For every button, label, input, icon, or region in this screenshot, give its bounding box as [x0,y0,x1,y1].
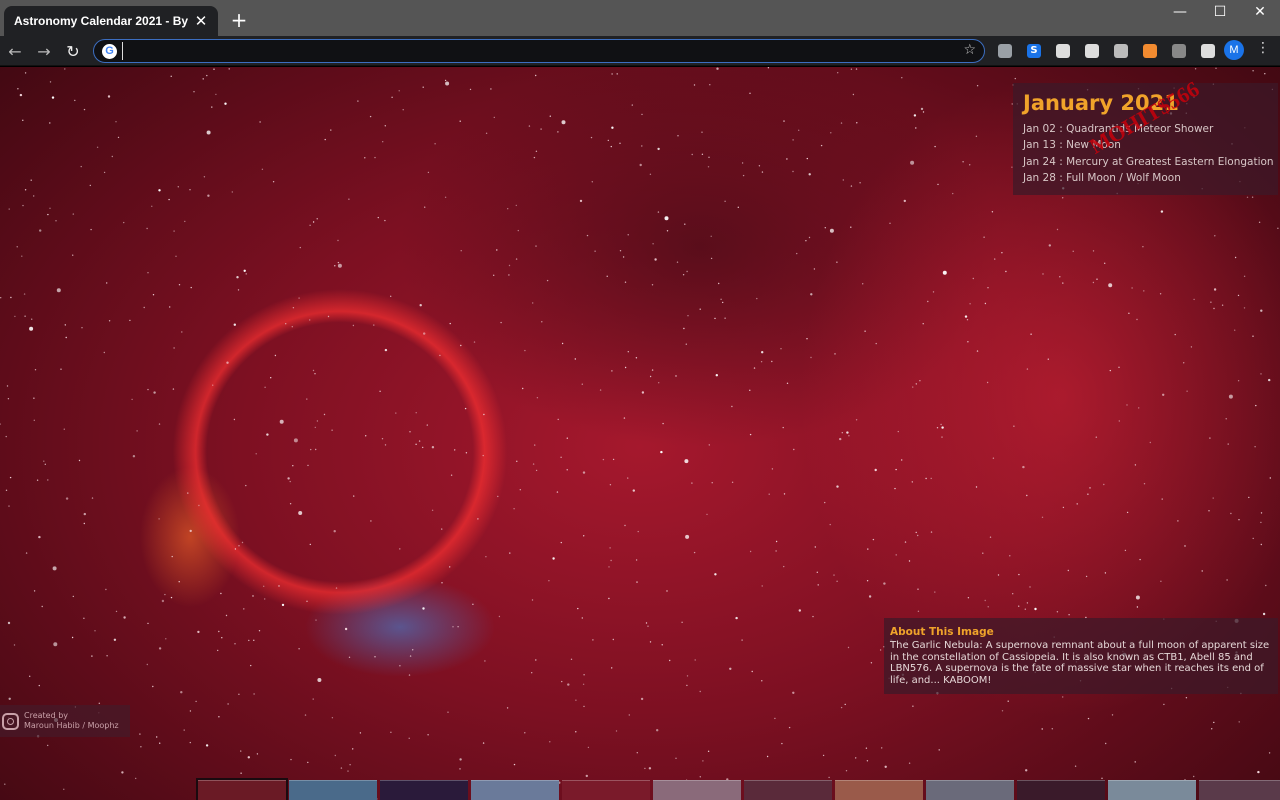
puzzle-icon[interactable] [1197,40,1219,62]
thumbnail[interactable] [562,780,650,800]
about-text: The Garlic Nebula: A supernova remnant a… [890,640,1270,686]
calendar-panel: January 2021 Jan 02 : Quadrantids Meteor… [1013,83,1278,195]
credit-line-1: Created by [24,711,69,720]
thumbnail[interactable] [835,780,923,800]
thumbnail[interactable] [289,780,377,800]
close-window-button[interactable]: ✕ [1240,0,1280,24]
profile-avatar[interactable]: M [1224,40,1244,60]
document-icon[interactable] [1052,40,1074,62]
tab-astronomy-calendar[interactable]: Astronomy Calendar 2021 - By Moophz ✕ [4,6,218,36]
nebula-background: January 2021 Jan 02 : Quadrantids Meteor… [0,67,1280,800]
thumbnail[interactable] [1199,780,1280,800]
back-button[interactable]: ← [4,40,26,62]
calendar-event: Jan 13 : New Moon [1023,139,1121,152]
thumbnail[interactable] [744,780,832,800]
browser-menu-icon[interactable]: ⋮ [1256,40,1270,60]
new-tab-button[interactable]: + [229,8,249,32]
rss-icon[interactable] [1139,40,1161,62]
about-image-panel: About This Image The Garlic Nebula: A su… [884,618,1278,694]
minimize-button[interactable]: — [1160,0,1200,24]
thumbnail[interactable] [1017,780,1105,800]
forward-button[interactable]: → [33,40,55,62]
credit-line-2: Maroun Habib / Moophz [24,721,119,730]
extensions-bar: S [994,40,1219,62]
image-icon[interactable] [1168,40,1190,62]
credit-badge[interactable]: Created by Maroun Habib / Moophz [0,705,130,737]
tab-title: Astronomy Calendar 2021 - By Moophz [14,14,192,28]
thumbnail[interactable] [196,778,288,800]
about-title: About This Image [890,626,994,638]
thumbnail-strip [196,778,1280,800]
reload-button[interactable]: ↻ [62,40,84,62]
tab-strip: Astronomy Calendar 2021 - By Moophz ✕ + … [0,0,1280,36]
mail-icon[interactable] [1081,40,1103,62]
cloud-icon[interactable] [994,40,1016,62]
calendar-event: Jan 28 : Full Moon / Wolf Moon [1023,171,1181,184]
maximize-button[interactable]: ☐ [1200,0,1240,24]
address-input[interactable] [122,42,942,60]
thumbnail[interactable] [380,780,468,800]
window-controls: — ☐ ✕ [1160,0,1280,24]
thumbnail[interactable] [926,780,1014,800]
calendar-event: Jan 24 : Mercury at Greatest Eastern Elo… [1023,155,1274,168]
address-bar[interactable]: G ☆ [93,39,985,63]
browser-toolbar: ← → ↻ G ☆ S [0,36,1280,66]
instagram-icon[interactable] [2,712,19,730]
close-tab-icon[interactable]: ✕ [192,12,210,30]
google-icon: G [102,44,117,59]
circle-icon[interactable] [1110,40,1132,62]
bookmark-star-icon[interactable]: ☆ [963,42,976,58]
thumbnail[interactable] [653,780,741,800]
credit-text: Created by Maroun Habib / Moophz [24,711,119,731]
thumbnail[interactable] [471,780,559,800]
thumbnail[interactable] [1108,780,1196,800]
s-extension-icon[interactable]: S [1023,40,1045,62]
